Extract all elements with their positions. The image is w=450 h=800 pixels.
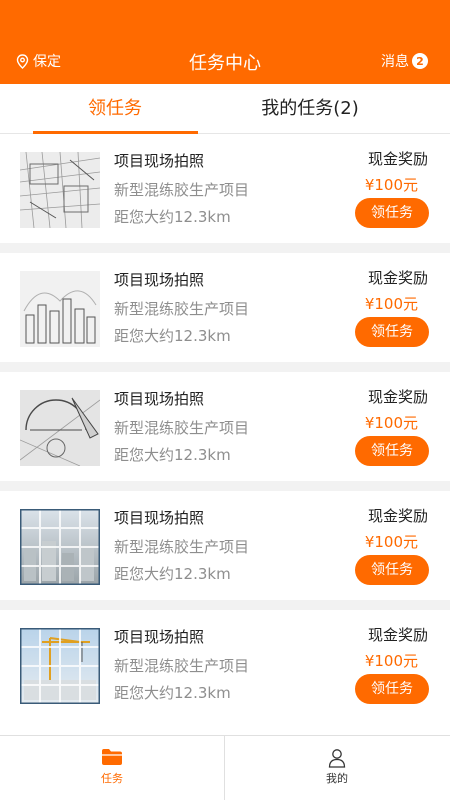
task-card[interactable]: 项目现场拍照 新型混练胶生产项目 距您大约12.3km 现金奖励 ¥100元 领… [0, 610, 450, 719]
nav-item-tasks[interactable]: 任务 [0, 736, 224, 800]
list-separator [0, 362, 450, 372]
city-sketch-image [20, 271, 100, 347]
drafting-tools-image [20, 390, 100, 466]
claim-task-button[interactable]: 领任务 [355, 198, 429, 228]
task-thumbnail [20, 152, 100, 228]
task-card[interactable]: 项目现场拍照 新型混练胶生产项目 距您大约12.3km 现金奖励 ¥100元 领… [0, 134, 450, 243]
task-card[interactable]: 项目现场拍照 新型混练胶生产项目 距您大约12.3km 现金奖励 ¥100元 领… [0, 253, 450, 362]
list-separator [0, 481, 450, 491]
task-project: 新型混练胶生产项目 [114, 538, 250, 556]
reward-price: ¥100元 [364, 176, 418, 194]
task-distance: 距您大约12.3km [114, 208, 231, 226]
claim-task-button[interactable]: 领任务 [355, 674, 429, 704]
claim-task-button[interactable]: 领任务 [355, 317, 429, 347]
task-card[interactable]: 项目现场拍照 新型混练胶生产项目 距您大约12.3km 现金奖励 ¥100元 领… [0, 372, 450, 481]
sketch-drawing-image [20, 152, 100, 228]
user-icon [328, 749, 346, 768]
reward-label: 现金奖励 [367, 626, 428, 644]
task-list: 项目现场拍照 新型混练胶生产项目 距您大约12.3km 现金奖励 ¥100元 领… [0, 134, 450, 719]
folder-icon [102, 749, 122, 765]
header-bar: 保定 任务中心 消息 2 [0, 0, 450, 84]
bottom-nav: 任务 我的 [0, 735, 450, 800]
task-tabs: 领任务 我的任务(2) [0, 84, 450, 134]
task-title: 项目现场拍照 [114, 390, 205, 408]
reward-label: 现金奖励 [367, 150, 428, 168]
reward-price: ¥100元 [364, 414, 418, 432]
reward-price: ¥100元 [364, 533, 418, 551]
reward-price: ¥100元 [364, 295, 418, 313]
task-distance: 距您大约12.3km [114, 565, 231, 583]
reward-label: 现金奖励 [367, 507, 428, 525]
messages-button[interactable]: 消息 2 [381, 51, 428, 71]
task-distance: 距您大约12.3km [114, 327, 231, 345]
task-title: 项目现场拍照 [114, 271, 205, 289]
claim-task-button[interactable]: 领任务 [355, 555, 429, 585]
task-thumbnail [20, 390, 100, 466]
messages-label: 消息 [381, 54, 409, 70]
nav-label-tasks: 任务 [101, 772, 123, 785]
task-title: 项目现场拍照 [114, 152, 205, 170]
task-center-screen: 保定 任务中心 消息 2 领任务 我的任务(2) 项目现场拍照 新型混练胶生产项… [0, 0, 450, 800]
reward-label: 现金奖励 [367, 269, 428, 287]
task-title: 项目现场拍照 [114, 509, 205, 527]
nav-item-mine[interactable]: 我的 [225, 736, 449, 800]
task-distance: 距您大约12.3km [114, 684, 231, 702]
task-project: 新型混练胶生产项目 [114, 300, 250, 318]
task-thumbnail [20, 509, 100, 585]
city-grid-image [20, 509, 100, 585]
task-title: 项目现场拍照 [114, 628, 205, 646]
task-thumbnail [20, 628, 100, 704]
messages-count-badge: 2 [412, 53, 428, 69]
reward-price: ¥100元 [364, 652, 418, 670]
list-separator [0, 243, 450, 253]
tab-my-tasks[interactable]: 我的任务(2) [195, 84, 425, 134]
reward-label: 现金奖励 [367, 388, 428, 406]
claim-task-button[interactable]: 领任务 [355, 436, 429, 466]
task-project: 新型混练胶生产项目 [114, 181, 250, 199]
list-separator [0, 600, 450, 610]
task-project: 新型混练胶生产项目 [114, 419, 250, 437]
task-thumbnail [20, 271, 100, 347]
task-project: 新型混练胶生产项目 [114, 657, 250, 675]
task-card[interactable]: 项目现场拍照 新型混练胶生产项目 距您大约12.3km 现金奖励 ¥100元 领… [0, 491, 450, 600]
task-distance: 距您大约12.3km [114, 446, 231, 464]
nav-label-mine: 我的 [326, 772, 348, 785]
crane-grid-image [20, 628, 100, 704]
